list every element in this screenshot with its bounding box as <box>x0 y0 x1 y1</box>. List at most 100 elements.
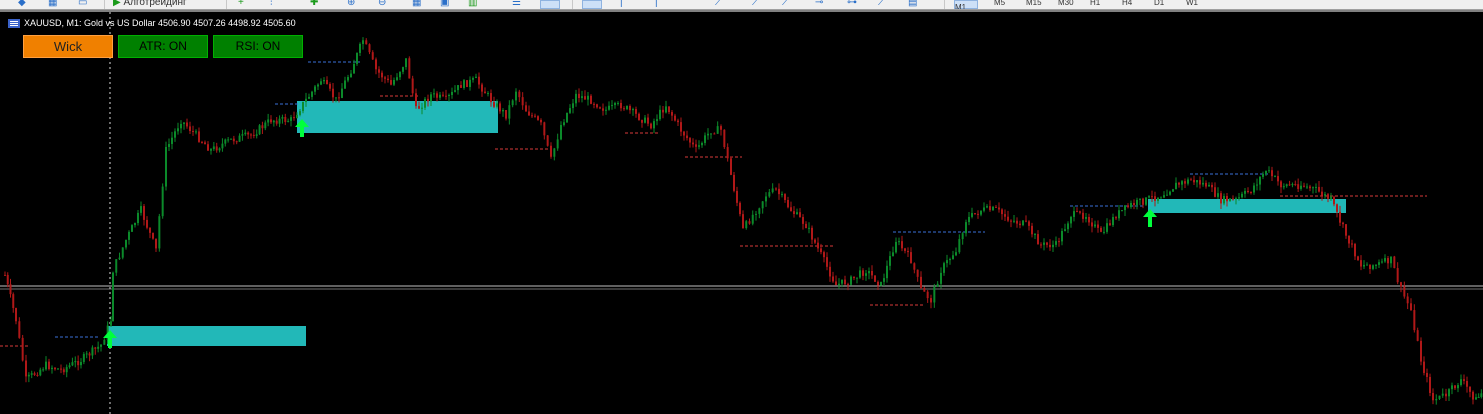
candle-body <box>238 135 241 142</box>
candle-body <box>895 241 897 253</box>
candle-body <box>521 97 524 106</box>
candle-body <box>293 117 295 119</box>
candle-body <box>1372 265 1374 269</box>
candle-body <box>635 109 637 114</box>
candle-body <box>1136 199 1138 206</box>
candle-body <box>829 266 831 277</box>
candle-body <box>686 135 688 139</box>
candle-body <box>998 207 1000 210</box>
candle-body <box>484 91 486 94</box>
candle-body <box>865 273 867 276</box>
candle-body <box>923 287 926 292</box>
candle-body <box>1357 256 1359 261</box>
candle-body <box>481 84 483 92</box>
candle-body <box>1403 286 1406 297</box>
candle-body <box>311 91 313 97</box>
candle-body <box>80 361 82 366</box>
candle-body <box>1244 190 1246 194</box>
candle-body <box>958 239 961 253</box>
candle-body <box>626 105 628 110</box>
candle-body <box>1315 186 1317 188</box>
candle-body <box>149 227 151 233</box>
candle-body <box>733 174 735 191</box>
candle-body <box>353 63 355 74</box>
candle-body <box>707 133 709 136</box>
candle-body <box>680 122 682 132</box>
candle-body <box>933 286 936 303</box>
candle-body <box>768 192 771 197</box>
candle-body <box>1235 198 1237 200</box>
candle-body <box>811 227 813 240</box>
candle-body <box>359 43 361 53</box>
candle-body <box>695 144 697 147</box>
wick-button[interactable]: Wick <box>23 35 113 58</box>
candle-body <box>629 105 631 111</box>
candle-body <box>499 103 501 112</box>
candle-body <box>674 115 676 121</box>
candle-body <box>1046 242 1048 245</box>
candle-body <box>761 201 764 209</box>
candle-body <box>1294 184 1297 186</box>
candle-body <box>387 78 389 81</box>
demand-zone <box>1148 199 1346 213</box>
candle-body <box>241 134 244 136</box>
candle-body <box>244 132 247 135</box>
candle-body <box>983 207 985 211</box>
candle-body <box>227 139 230 141</box>
candle-body <box>977 213 979 215</box>
candle-body <box>599 107 601 109</box>
candle-body <box>1253 185 1255 193</box>
candle-body <box>1094 224 1096 227</box>
candle-body <box>913 263 916 270</box>
candle-body <box>713 133 716 135</box>
candle-body <box>1109 223 1111 226</box>
candle-body <box>1169 191 1171 195</box>
candle-body <box>838 283 840 286</box>
atr-toggle-button[interactable]: ATR: ON <box>118 35 208 58</box>
candle-body <box>531 115 533 117</box>
candle-body <box>1378 262 1380 265</box>
candle-body <box>847 284 849 286</box>
candle-body <box>781 194 783 196</box>
price-chart[interactable] <box>0 0 1483 414</box>
candle-body <box>614 103 616 106</box>
candle-body <box>745 221 748 229</box>
candle-body <box>1406 296 1409 304</box>
candle-body <box>1282 186 1285 188</box>
candle-body <box>287 120 290 122</box>
candle-body <box>1151 196 1153 198</box>
candle-body <box>1475 397 1477 400</box>
candle-body <box>1413 310 1416 331</box>
rsi-toggle-button[interactable]: RSI: ON <box>213 35 303 58</box>
candle-body <box>540 119 542 123</box>
candle-body <box>943 263 945 273</box>
candle-body <box>525 105 527 112</box>
candle-body <box>1342 222 1344 225</box>
candle-body <box>871 271 873 276</box>
candle-body <box>1061 230 1063 242</box>
candle-body <box>1426 372 1428 377</box>
candle-body <box>347 77 349 81</box>
candle-body <box>137 212 139 223</box>
candle-body <box>1019 223 1021 226</box>
candle-body <box>704 135 706 143</box>
candle-body <box>448 94 450 97</box>
candle-body <box>1205 182 1207 187</box>
candle-body <box>430 94 432 102</box>
candle-body <box>936 283 939 287</box>
candle-body <box>1097 224 1099 228</box>
candle-body <box>1435 398 1438 401</box>
candle-body <box>275 120 278 124</box>
candle-body <box>1387 258 1389 264</box>
candle-body <box>1327 194 1329 199</box>
candle-body <box>1091 222 1093 227</box>
candle-body <box>736 190 738 203</box>
candle-body <box>758 208 761 214</box>
candle-body <box>898 241 900 243</box>
candle-body <box>659 109 661 120</box>
candle-body <box>862 270 864 276</box>
candle-body <box>868 271 870 274</box>
candle-body <box>39 369 42 376</box>
candle-body <box>186 122 188 127</box>
candle-body <box>805 223 807 229</box>
